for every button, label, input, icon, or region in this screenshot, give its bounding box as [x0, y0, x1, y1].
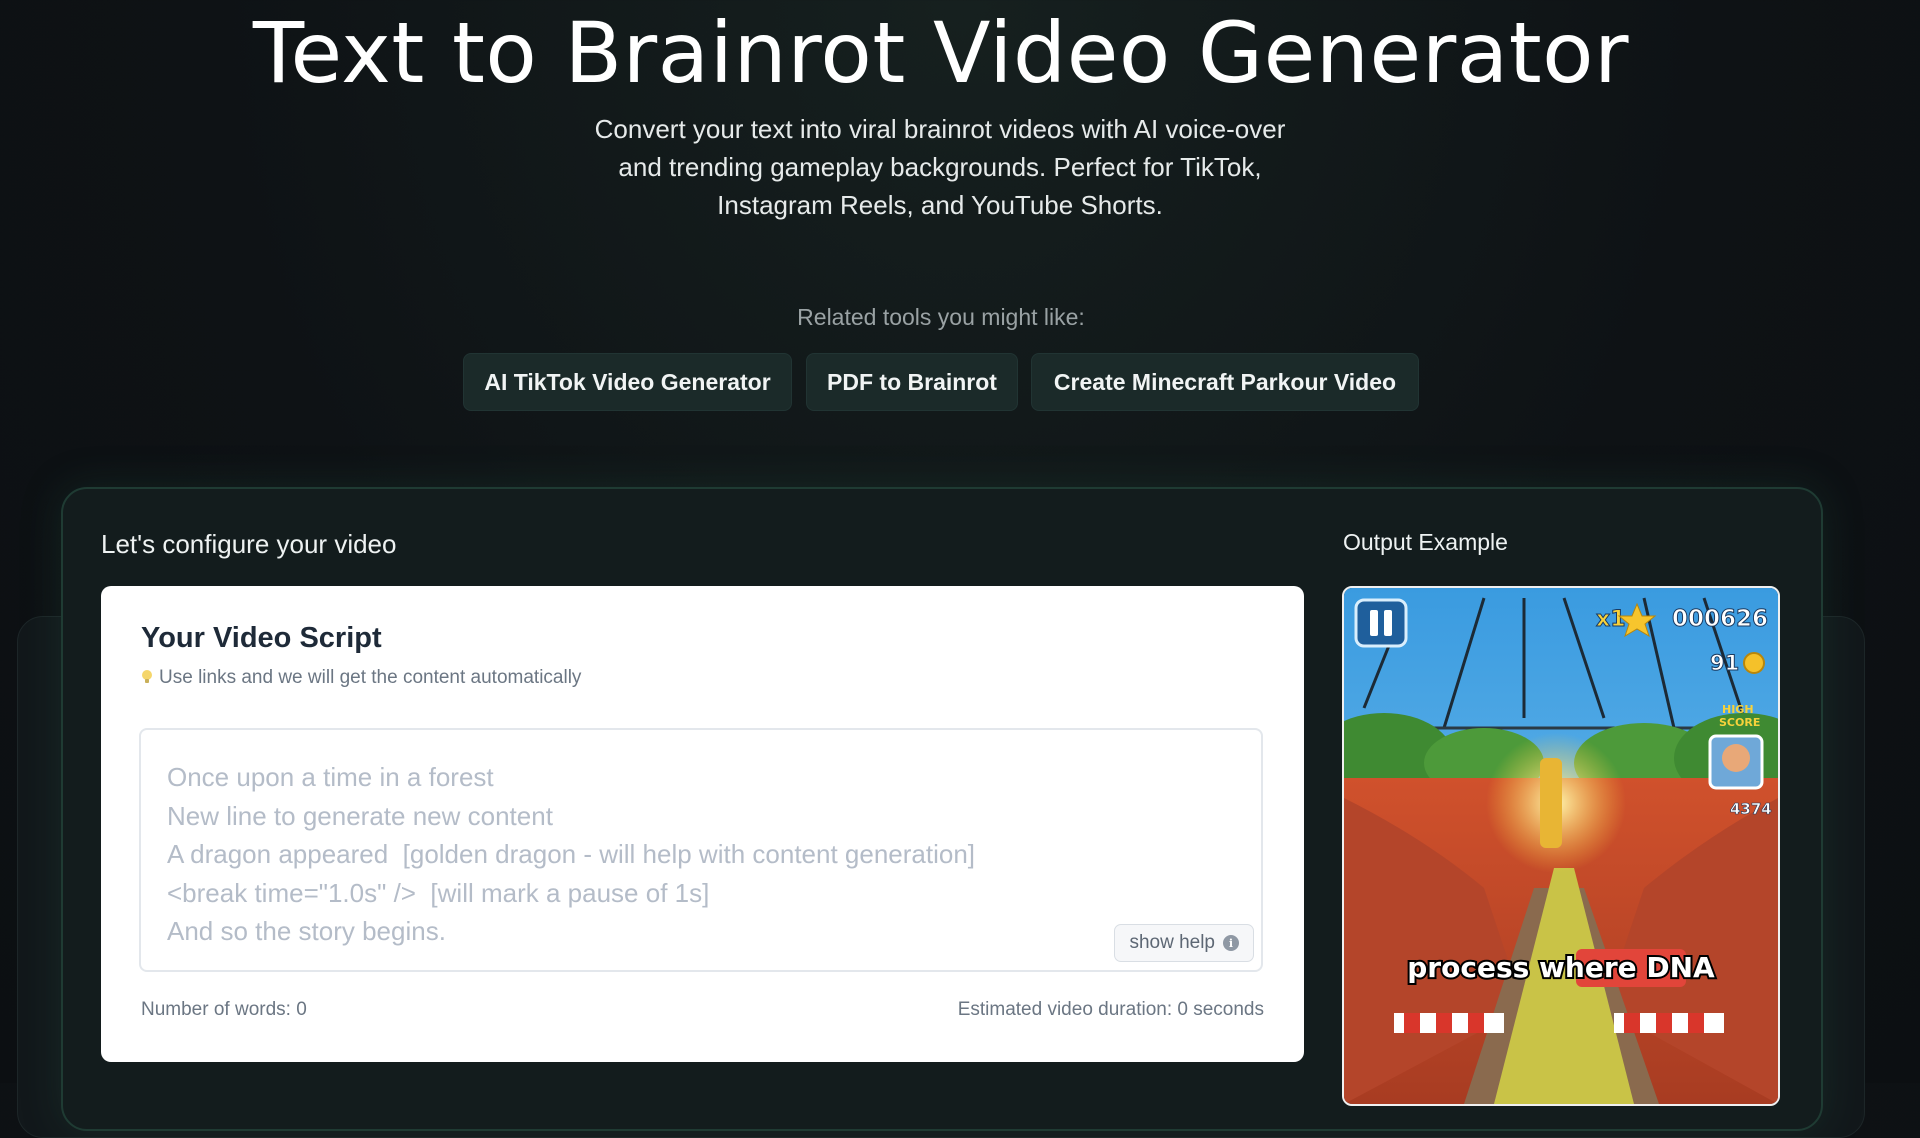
- pause-icon: [1354, 598, 1408, 648]
- high-score-label-2: SCORE: [1719, 716, 1760, 729]
- script-title: Your Video Script: [141, 622, 382, 654]
- related-tool-minecraft-button[interactable]: Create Minecraft Parkour Video: [1031, 353, 1419, 411]
- page-subtitle: Convert your text into viral brainrot vi…: [594, 114, 1286, 220]
- related-tool-pdf-button[interactable]: PDF to Brainrot: [806, 353, 1018, 411]
- multiplier-text: x1: [1596, 607, 1626, 632]
- show-help-button[interactable]: show help i: [1114, 924, 1254, 962]
- placeholder-line: New line to generate new content: [167, 800, 553, 831]
- placeholder-line: A dragon appeared [golden dragon - will …: [167, 839, 976, 869]
- script-placeholder: Once upon a time in a forest New line to…: [167, 758, 975, 951]
- video-script-panel: Your Video Script Use links and we will …: [101, 586, 1304, 1062]
- placeholder-line: <break time="1.0s" /> [will mark a pause…: [167, 877, 710, 908]
- caption-text: process where DNA: [1407, 951, 1715, 984]
- lightbulb-icon: [142, 670, 152, 683]
- gameplay-preview-image: x1 000626 91 HIGH SCORE 4374 process whe…: [1344, 588, 1778, 1104]
- estimated-duration: Estimated video duration: 0 seconds: [957, 999, 1264, 1020]
- output-example-preview[interactable]: x1 000626 91 HIGH SCORE 4374 process whe…: [1342, 586, 1780, 1106]
- script-textarea[interactable]: Once upon a time in a forest New line to…: [139, 728, 1263, 972]
- show-help-label: show help: [1129, 932, 1215, 953]
- word-count: Number of words: 0: [141, 999, 307, 1020]
- high-score-value: 4374: [1730, 800, 1772, 818]
- coin-icon: [1743, 652, 1765, 674]
- related-tool-tiktok-button[interactable]: AI TikTok Video Generator: [463, 353, 792, 411]
- script-hint: Use links and we will get the content au…: [141, 667, 581, 689]
- output-example-heading: Output Example: [1343, 529, 1508, 555]
- placeholder-line: And so the story begins.: [167, 916, 446, 946]
- coins-text: 91: [1710, 651, 1739, 675]
- info-icon: i: [1223, 935, 1239, 951]
- placeholder-line: Once upon a time in a forest: [167, 762, 494, 792]
- high-score-label-1: HIGH: [1722, 703, 1754, 716]
- related-tools-label: Related tools you might like:: [797, 304, 1085, 330]
- related-tools: AI TikTok Video Generator PDF to Brainro…: [0, 353, 1882, 411]
- page-title: Text to Brainrot Video Generator: [252, 4, 1630, 102]
- script-hint-text: Use links and we will get the content au…: [159, 667, 582, 688]
- score-text: 000626: [1672, 606, 1768, 632]
- configure-heading: Let's configure your video: [101, 529, 397, 559]
